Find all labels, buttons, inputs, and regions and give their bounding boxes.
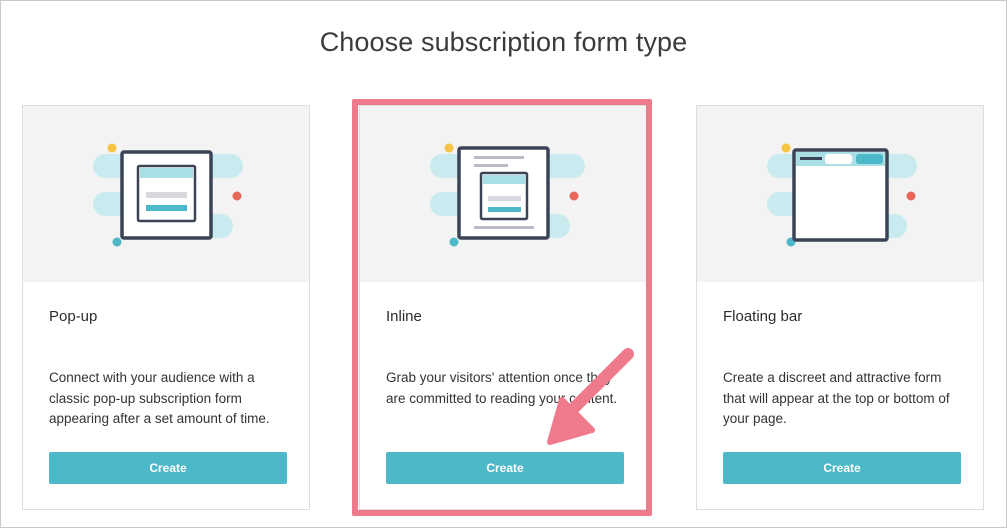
inline-illustration-icon xyxy=(430,143,585,247)
create-floating-bar-button[interactable]: Create xyxy=(723,452,961,484)
card-title: Floating bar xyxy=(723,308,803,325)
card-inline[interactable]: Inline Grab your visitors' attention onc… xyxy=(359,105,647,510)
create-inline-button[interactable]: Create xyxy=(386,452,624,484)
popup-illustration-icon xyxy=(93,143,243,247)
card-popup[interactable]: Pop-up Connect with your audience with a… xyxy=(22,105,310,510)
card-title: Inline xyxy=(386,308,422,325)
card-description: Create a discreet and attractive form th… xyxy=(723,370,950,426)
card-hero xyxy=(697,106,983,282)
card-hero xyxy=(23,106,309,282)
card-floating-bar[interactable]: Floating bar Create a discreet and attra… xyxy=(696,105,984,510)
card-description: Connect with your audience with a classi… xyxy=(49,370,270,426)
create-popup-button[interactable]: Create xyxy=(49,452,287,484)
card-description: Grab your visitors' attention once they … xyxy=(386,370,618,406)
card-hero xyxy=(360,106,646,282)
page-title: Choose subscription form type xyxy=(319,27,688,57)
card-title: Pop-up xyxy=(49,308,98,325)
floating-bar-illustration-icon xyxy=(767,143,917,247)
